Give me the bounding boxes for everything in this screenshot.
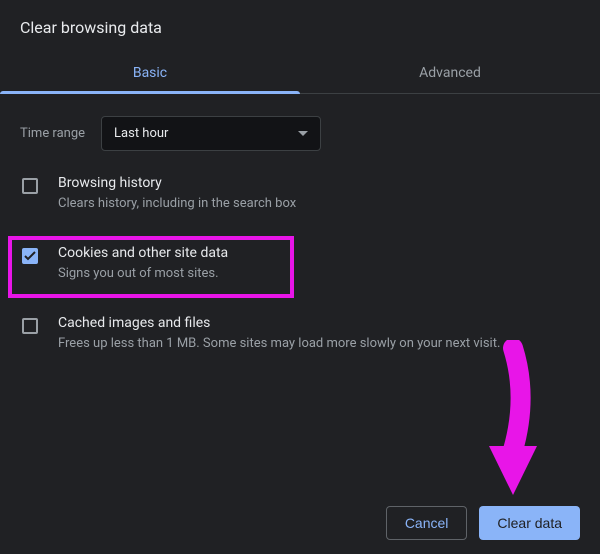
tab-label: Basic bbox=[133, 65, 167, 81]
option-browsing-history: Browsing history Clears history, includi… bbox=[20, 175, 580, 213]
time-range-row: Time range Last hour bbox=[20, 116, 580, 151]
option-text: Browsing history Clears history, includi… bbox=[58, 175, 296, 213]
clear-browsing-data-dialog: Clear browsing data Basic Advanced Time … bbox=[0, 0, 600, 554]
option-text: Cookies and other site data Signs you ou… bbox=[58, 245, 228, 283]
tab-advanced[interactable]: Advanced bbox=[300, 53, 600, 93]
clear-data-button[interactable]: Clear data bbox=[479, 506, 580, 540]
tab-basic[interactable]: Basic bbox=[0, 53, 300, 93]
option-title: Cached images and files bbox=[58, 315, 500, 331]
option-title: Cookies and other site data bbox=[58, 245, 228, 261]
dialog-actions: Cancel Clear data bbox=[386, 506, 580, 540]
time-range-value: Last hour bbox=[114, 126, 168, 141]
annotation-arrow-icon bbox=[475, 340, 545, 510]
cancel-button[interactable]: Cancel bbox=[386, 506, 468, 540]
checkbox-cached[interactable] bbox=[22, 318, 38, 334]
time-range-label: Time range bbox=[20, 126, 85, 141]
tabs: Basic Advanced bbox=[0, 53, 600, 94]
option-title: Browsing history bbox=[58, 175, 296, 191]
options-list: Browsing history Clears history, includi… bbox=[20, 175, 580, 354]
option-desc: Signs you out of most sites. bbox=[58, 265, 228, 283]
checkbox-cookies[interactable] bbox=[22, 248, 38, 264]
checkbox-browsing-history[interactable] bbox=[22, 178, 38, 194]
time-range-select[interactable]: Last hour bbox=[101, 116, 321, 151]
tab-label: Advanced bbox=[419, 65, 481, 81]
option-cookies: Cookies and other site data Signs you ou… bbox=[20, 245, 580, 283]
dialog-title: Clear browsing data bbox=[20, 18, 580, 37]
chevron-down-icon bbox=[298, 131, 308, 137]
option-desc: Frees up less than 1 MB. Some sites may … bbox=[58, 335, 500, 353]
option-cached: Cached images and files Frees up less th… bbox=[20, 315, 580, 353]
option-desc: Clears history, including in the search … bbox=[58, 195, 296, 213]
option-text: Cached images and files Frees up less th… bbox=[58, 315, 500, 353]
